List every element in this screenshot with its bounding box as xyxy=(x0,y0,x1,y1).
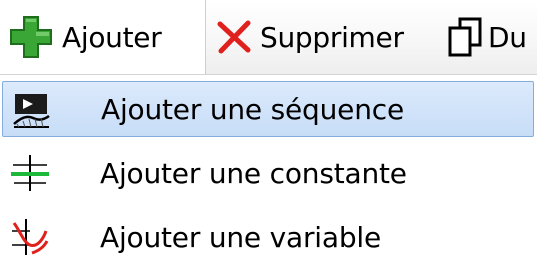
variable-icon xyxy=(10,217,50,257)
menu-item-add-sequence[interactable]: Ajouter une séquence xyxy=(2,81,534,137)
add-button[interactable]: Ajouter xyxy=(0,0,206,74)
add-dropdown-menu: Ajouter une séquence Ajouter une constan… xyxy=(0,74,537,265)
menu-item-add-constant[interactable]: Ajouter une constante xyxy=(2,145,534,201)
add-button-label: Ajouter xyxy=(62,20,162,54)
duplicate-button[interactable]: Du xyxy=(446,0,527,74)
constant-icon xyxy=(10,153,50,193)
sequence-icon xyxy=(11,90,51,130)
delete-button-label: Supprimer xyxy=(260,20,404,54)
toolbar: Ajouter Supprimer Du xyxy=(0,0,537,74)
menu-item-add-variable[interactable]: Ajouter une variable xyxy=(2,209,534,265)
menu-item-label: Ajouter une séquence xyxy=(101,92,404,126)
delete-button[interactable]: Supprimer xyxy=(212,0,404,74)
duplicate-button-label: Du xyxy=(488,20,527,54)
plus-icon xyxy=(8,14,54,60)
menu-item-label: Ajouter une variable xyxy=(100,220,382,254)
delete-x-icon xyxy=(216,19,252,55)
duplicate-icon xyxy=(446,16,484,58)
menu-item-label: Ajouter une constante xyxy=(100,156,407,190)
